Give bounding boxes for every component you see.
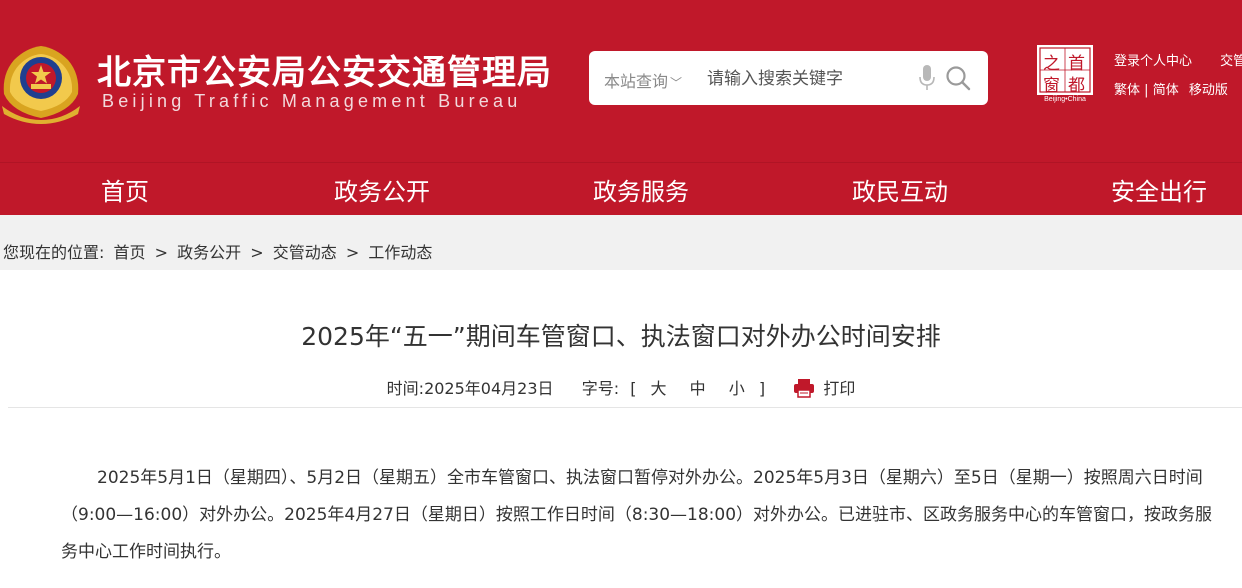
capital-logo-char: 都 <box>1068 76 1085 96</box>
site-header: 北京市公安局公安交通管理局 Beijing Traffic Management… <box>0 0 1242 162</box>
simplified-chinese-link[interactable]: 简体 <box>1153 83 1179 98</box>
nav-safe-travel[interactable]: 安全出行 <box>1111 172 1207 207</box>
font-size-medium[interactable]: 中 <box>690 379 706 398</box>
chevron-down-icon: ﹀ <box>670 76 683 90</box>
font-size-label: 字号: <box>581 379 620 398</box>
site-title-en: Beijing Traffic Management Bureau <box>102 91 522 111</box>
breadcrumb: 您现在的位置: 首页 > 政务公开 > 交管动态 > 工作动态 <box>3 239 436 263</box>
print-button[interactable]: 打印 <box>793 379 855 398</box>
nav-government-services[interactable]: 政务服务 <box>593 172 689 207</box>
search-scope-dropdown[interactable]: 本站查询 ﹀ <box>604 68 682 92</box>
mobile-version-link[interactable]: 移动版 <box>1189 83 1228 98</box>
capital-logo-char: 窗 <box>1043 76 1060 96</box>
traffic-link[interactable]: 交管 <box>1220 54 1242 69</box>
main-nav: 首页 政务公开 政务服务 政民互动 安全出行 <box>0 162 1242 215</box>
search-input[interactable] <box>707 65 907 93</box>
print-label: 打印 <box>823 379 856 398</box>
publish-date: 2025年04月23日 <box>424 379 554 398</box>
capital-logo-caption: Beijing•China <box>1044 96 1086 103</box>
microphone-icon[interactable] <box>919 64 935 92</box>
capital-window-logo[interactable]: 之 首 窗 都 Beijing•China <box>1035 44 1095 106</box>
divider <box>8 407 1242 408</box>
font-size-small[interactable]: 小 <box>729 379 745 398</box>
breadcrumb-bar: 您现在的位置: 首页 > 政务公开 > 交管动态 > 工作动态 <box>0 215 1242 270</box>
bracket-close: ] <box>758 379 766 398</box>
article-paragraph: 2025年5月1日（星期四）、5月2日（星期五）全市车管窗口、执法窗口暂停对外办… <box>61 468 1213 562</box>
printer-icon <box>794 379 815 398</box>
article-meta: 时间:2025年04月23日 字号: [ 大 中 小 ] 打印 <box>0 375 1242 399</box>
search-icon[interactable] <box>945 65 971 91</box>
site-title-cn[interactable]: 北京市公安局公安交通管理局 <box>97 45 552 94</box>
nav-public-interaction[interactable]: 政民互动 <box>852 172 948 207</box>
top-links-row-1: 登录个人中心 交管 <box>1114 50 1242 69</box>
breadcrumb-separator: > <box>345 243 360 262</box>
breadcrumb-prefix: 您现在的位置: <box>3 243 105 262</box>
nav-government-affairs[interactable]: 政务公开 <box>334 172 430 207</box>
login-link[interactable]: 登录个人中心 <box>1114 54 1192 69</box>
breadcrumb-item-government-affairs[interactable]: 政务公开 <box>177 243 241 262</box>
top-links-row-2: 繁体 | 简体 移动版 <box>1114 79 1228 98</box>
breadcrumb-separator: > <box>154 243 169 262</box>
article-title: 2025年“五一”期间车管窗口、执法窗口对外办公时间安排 <box>301 322 941 351</box>
article-body: 2025年5月1日（星期四）、5月2日（星期五）全市车管窗口、执法窗口暂停对外办… <box>61 460 1226 571</box>
time-label: 时间: <box>386 379 425 398</box>
bracket-open: [ <box>630 379 637 398</box>
breadcrumb-item-work-news[interactable]: 工作动态 <box>368 243 432 262</box>
police-emblem-logo[interactable] <box>0 34 82 124</box>
breadcrumb-item-home[interactable]: 首页 <box>114 243 146 262</box>
link-divider: | <box>1144 83 1149 98</box>
traditional-chinese-link[interactable]: 繁体 <box>1114 83 1140 98</box>
breadcrumb-item-traffic-news[interactable]: 交管动态 <box>273 243 337 262</box>
search-scope-label: 本站查询 <box>604 72 669 91</box>
search-box: 本站查询 ﹀ <box>589 51 988 105</box>
nav-home[interactable]: 首页 <box>101 172 149 207</box>
font-size-large[interactable]: 大 <box>651 379 667 398</box>
breadcrumb-separator: > <box>250 243 264 262</box>
